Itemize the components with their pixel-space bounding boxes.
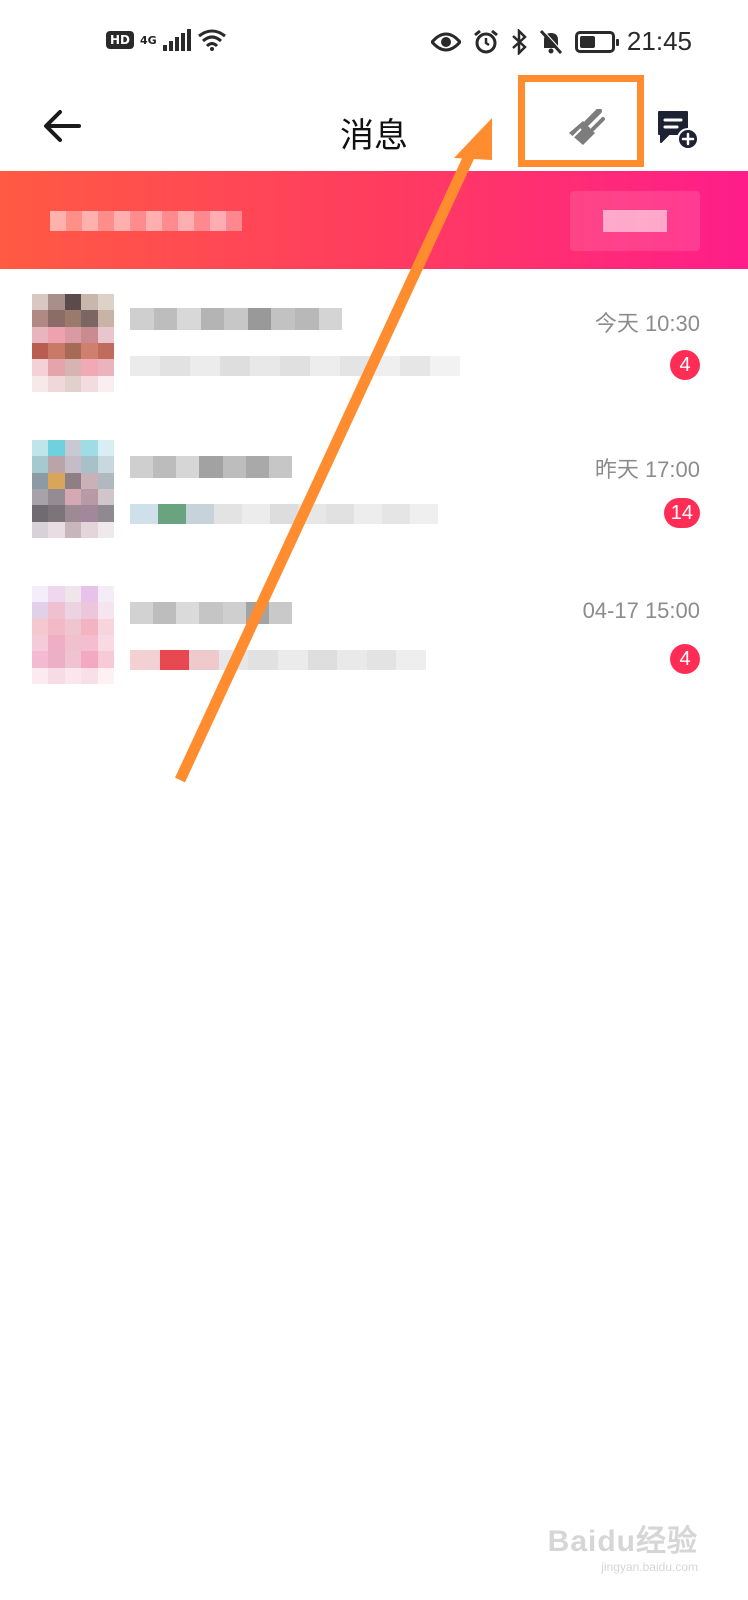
eye-icon [430, 32, 461, 51]
status-left-group: HD 4G [106, 28, 227, 52]
message-preview-redacted [130, 504, 438, 524]
message-time: 今天 10:30 [594, 311, 700, 336]
conversation-item[interactable]: 昨天 17:00 14 [0, 416, 748, 562]
battery-icon [574, 30, 619, 53]
signal-icon [162, 29, 191, 51]
avatar [32, 294, 114, 392]
network-type-label: 4G [140, 33, 157, 47]
banner-action-button[interactable] [570, 191, 700, 251]
message-time: 04-17 15:00 [582, 598, 700, 623]
alarm-icon [473, 29, 498, 53]
new-message-button[interactable] [654, 106, 700, 152]
banner-text-redacted [50, 211, 242, 231]
contact-name-redacted [130, 456, 292, 478]
wifi-icon [197, 29, 226, 51]
unread-count-badge: 14 [663, 498, 700, 528]
message-preview-redacted [130, 356, 460, 376]
unread-count-badge: 4 [670, 350, 700, 380]
avatar [32, 586, 114, 684]
annotation-highlight-box [518, 75, 644, 167]
chat-add-icon [658, 111, 699, 150]
status-right-group: 21:45 [430, 26, 692, 57]
contact-name-redacted [130, 602, 292, 624]
mute-bell-icon [539, 29, 563, 54]
conversation-item[interactable]: 今天 10:30 4 [0, 270, 748, 416]
message-preview-redacted [130, 650, 426, 670]
message-time: 昨天 17:00 [594, 457, 700, 482]
unread-count-badge: 4 [670, 644, 700, 674]
status-bar: HD 4G 21:45 [0, 0, 748, 84]
bluetooth-icon [512, 28, 527, 55]
watermark-url: jingyan.baidu.com [601, 1560, 698, 1574]
notification-banner[interactable] [0, 171, 748, 269]
hd-icon: HD [106, 31, 135, 49]
contact-name-redacted [130, 308, 343, 330]
baidu-watermark: Baidu经验 jingyan.baidu.com [548, 1516, 698, 1574]
conversation-item[interactable]: 04-17 15:00 4 [0, 562, 748, 708]
status-time: 21:45 [626, 26, 692, 56]
watermark-logo: Baidu经验 [547, 1525, 698, 1558]
avatar [32, 440, 114, 538]
